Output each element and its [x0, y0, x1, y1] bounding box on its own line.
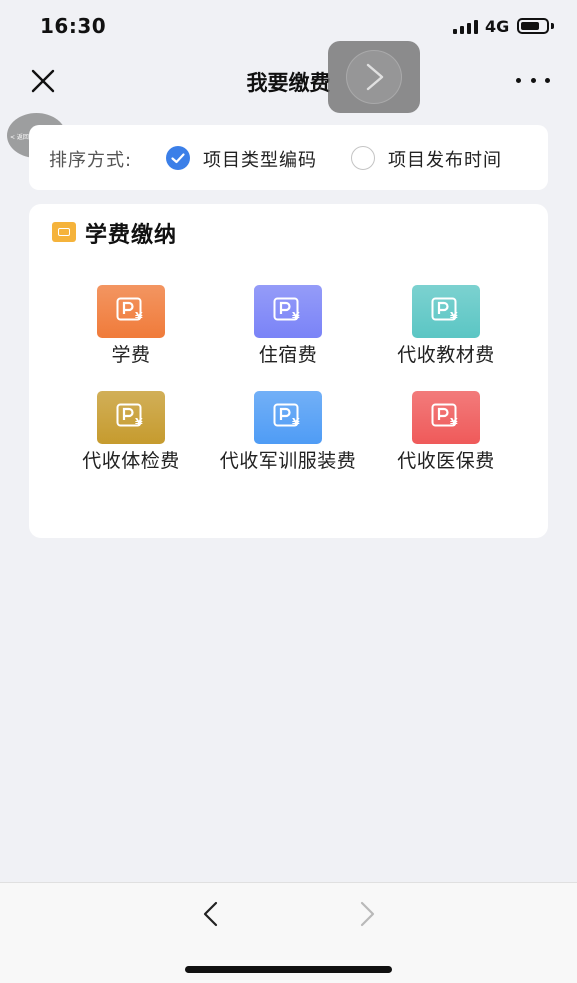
payment-icon[interactable]: ¥ — [412, 285, 480, 338]
status-time: 16:30 — [40, 14, 107, 38]
more-icon[interactable] — [516, 67, 550, 93]
svg-text:¥: ¥ — [135, 416, 143, 429]
fee-label-tuition[interactable]: 学费 — [52, 342, 210, 369]
fee-label-medical-exam[interactable]: 代收体检费 — [52, 448, 210, 475]
fee-label-medical-insurance[interactable]: 代收医保费 — [367, 448, 525, 475]
status-bar: 16:30 4G — [0, 0, 577, 54]
sort-card: 排序方式: 项目类型编码 项目发布时间 — [29, 125, 548, 190]
floating-back-label: < 返回 — [10, 134, 29, 141]
check-icon — [171, 153, 185, 164]
fee-label-dorm[interactable]: 住宿费 — [209, 342, 367, 369]
fee-label-military-uniform[interactable]: 代收军训服装费 — [216, 448, 360, 475]
payment-icon[interactable]: ¥ — [97, 285, 165, 338]
payment-icon[interactable]: ¥ — [412, 391, 480, 444]
fee-card: 学费缴纳 ¥ 学费 ¥ 住宿费 ¥ 代收教材费 ¥ 代收体检费 ¥ 代收军训服装… — [29, 204, 548, 538]
sort-option-publish-time[interactable]: 项目发布时间 — [388, 146, 502, 172]
chevron-right-icon — [366, 63, 384, 91]
battery-icon — [517, 18, 549, 34]
payment-icon[interactable]: ¥ — [97, 391, 165, 444]
sort-label: 排序方式: — [49, 150, 133, 171]
nav-bar: 我要缴费 — [0, 54, 577, 106]
fee-label-textbook[interactable]: 代收教材费 — [367, 342, 525, 369]
svg-text:¥: ¥ — [450, 310, 458, 323]
svg-text:¥: ¥ — [450, 416, 458, 429]
battery-tip — [551, 23, 554, 29]
network-type: 4G — [485, 17, 510, 36]
signal-icon — [453, 20, 479, 34]
sort-option-type-code[interactable]: 项目类型编码 — [203, 146, 317, 172]
payment-icon[interactable]: ¥ — [254, 391, 322, 444]
chevron-left-icon[interactable] — [200, 901, 222, 927]
radio-type-code[interactable] — [166, 146, 190, 170]
floating-forward-button[interactable] — [328, 41, 420, 113]
svg-text:¥: ¥ — [292, 310, 300, 323]
home-indicator — [185, 966, 392, 973]
page-title: 我要缴费 — [246, 71, 331, 95]
chevron-right-icon[interactable] — [356, 901, 378, 927]
radio-publish-time[interactable] — [351, 146, 375, 170]
payment-icon[interactable]: ¥ — [254, 285, 322, 338]
fee-section-title: 学费缴纳 — [85, 223, 178, 248]
svg-text:¥: ¥ — [292, 416, 300, 429]
svg-text:¥: ¥ — [135, 310, 143, 323]
wallet-icon — [52, 222, 76, 242]
